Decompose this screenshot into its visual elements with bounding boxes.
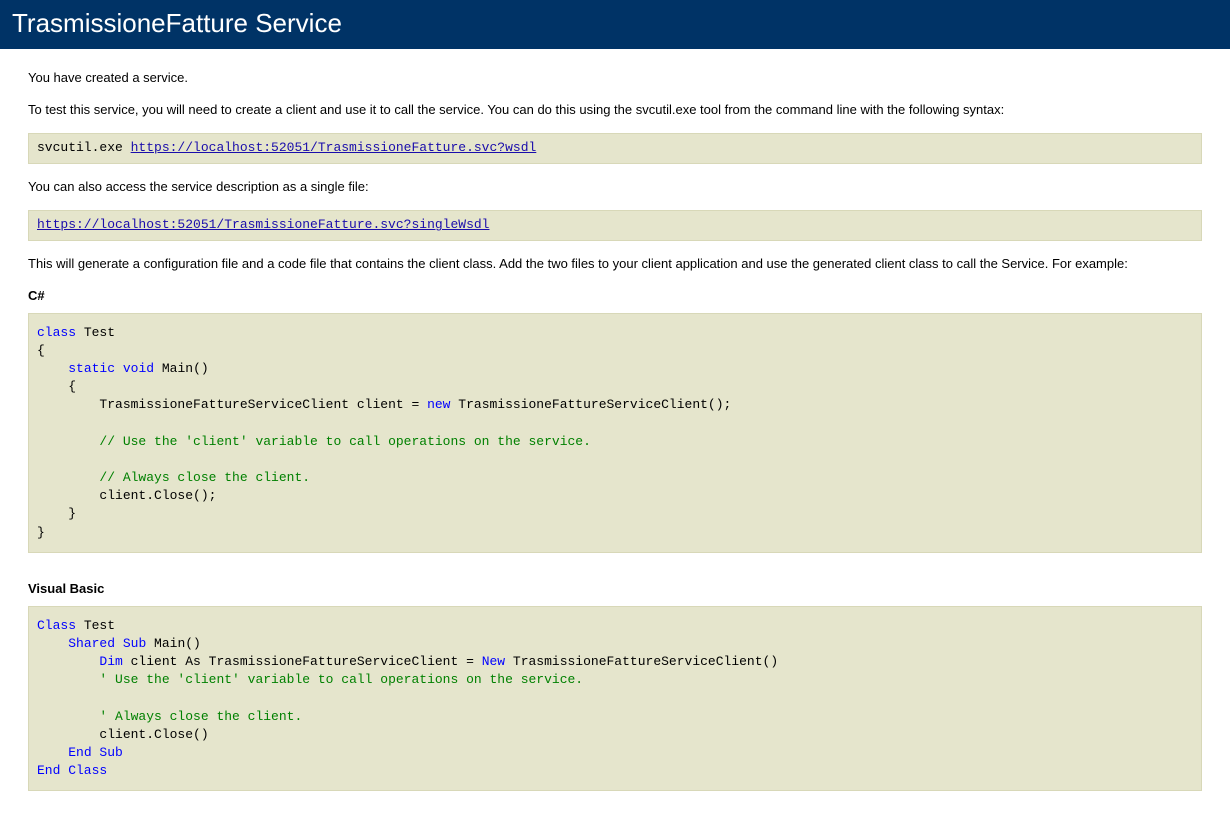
intro-test-instructions: To test this service, you will need to c… [28, 101, 1202, 119]
indent [37, 379, 68, 394]
single-file-intro: You can also access the service descript… [28, 178, 1202, 196]
kw-new: new [427, 397, 450, 412]
indent [37, 470, 99, 485]
page-header: TrasmissioneFatture Service [0, 0, 1230, 49]
indent [37, 506, 68, 521]
vb-label: Visual Basic [28, 581, 1202, 596]
client-as: client As TrasmissioneFattureServiceClie… [123, 654, 482, 669]
kw-class: Class [37, 618, 76, 633]
brace-close: } [37, 525, 45, 540]
txt-close: client.Close() [99, 727, 208, 742]
brace-open2: { [68, 379, 76, 394]
indent [37, 709, 99, 724]
indent [37, 397, 99, 412]
svcutil-prefix: svcutil.exe [37, 140, 131, 155]
indent [37, 727, 99, 742]
txt-main: Main() [154, 361, 209, 376]
single-wsdl-link[interactable]: https://localhost:52051/TrasmissioneFatt… [37, 217, 489, 232]
csharp-label: C# [28, 288, 1202, 303]
kw-new: New [482, 654, 505, 669]
indent [37, 745, 68, 760]
kw-end-class: End Class [37, 763, 107, 778]
indent [37, 361, 68, 376]
client-ctor: TrasmissioneFattureServiceClient() [505, 654, 778, 669]
kw-dim: Dim [99, 654, 122, 669]
kw-static: static [68, 361, 115, 376]
page-title: TrasmissioneFatture Service [12, 8, 1218, 39]
txt-close: client.Close(); [99, 488, 216, 503]
svcutil-command-box: svcutil.exe https://localhost:52051/Tras… [28, 133, 1202, 164]
cm-close: ' Always close the client. [99, 709, 302, 724]
brace-open: { [37, 343, 45, 358]
txt-test: Test [76, 325, 115, 340]
kw-class: class [37, 325, 76, 340]
vb-code-block: Class Test Shared Sub Main() Dim client … [28, 606, 1202, 792]
cm-close: // Always close the client. [99, 470, 310, 485]
client-instructions: This will generate a configuration file … [28, 255, 1202, 273]
client-ctor: TrasmissioneFattureServiceClient(); [450, 397, 731, 412]
single-wsdl-box: https://localhost:52051/TrasmissioneFatt… [28, 210, 1202, 241]
cm-use: // Use the 'client' variable to call ope… [99, 434, 590, 449]
kw-end-sub: End Sub [68, 745, 123, 760]
indent [37, 654, 99, 669]
txt-main: Main() [146, 636, 201, 651]
kw-void: void [123, 361, 154, 376]
wsdl-link[interactable]: https://localhost:52051/TrasmissioneFatt… [131, 140, 537, 155]
csharp-code-block: class Test { static void Main() { Trasmi… [28, 313, 1202, 553]
client-decl: TrasmissioneFattureServiceClient client … [99, 397, 427, 412]
kw-shared: Shared [68, 636, 115, 651]
indent [37, 434, 99, 449]
indent [37, 672, 99, 687]
cm-use: ' Use the 'client' variable to call oper… [99, 672, 583, 687]
intro-created: You have created a service. [28, 69, 1202, 87]
brace-close2: } [68, 506, 76, 521]
indent [37, 636, 68, 651]
kw-sub: Sub [123, 636, 146, 651]
txt-test: Test [76, 618, 115, 633]
page-content: You have created a service. To test this… [0, 49, 1230, 831]
indent [37, 488, 99, 503]
